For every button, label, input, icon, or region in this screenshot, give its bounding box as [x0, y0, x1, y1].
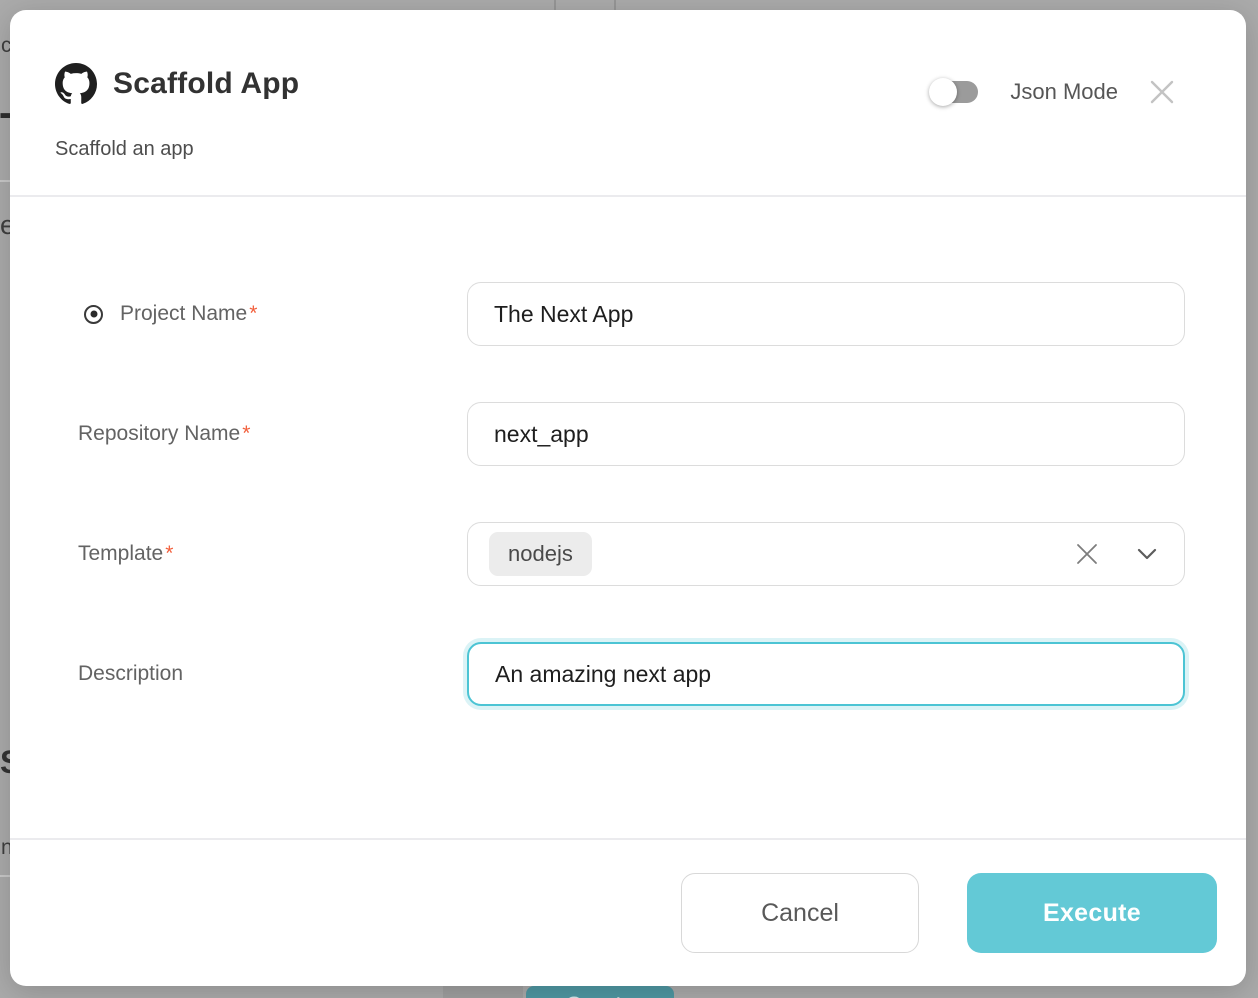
- template-select[interactable]: nodejs: [467, 522, 1185, 586]
- required-asterisk: *: [249, 302, 257, 326]
- project-name-label: Project Name: [120, 302, 247, 326]
- description-input[interactable]: [467, 642, 1185, 706]
- template-input-col: nodejs: [467, 522, 1185, 586]
- cancel-button[interactable]: Cancel: [681, 873, 919, 953]
- dialog-footer: Cancel Execute: [10, 838, 1246, 986]
- dialog-subtitle: Scaffold an app: [55, 138, 1202, 161]
- description-label: Description: [78, 662, 183, 686]
- github-icon: [55, 63, 97, 105]
- form-row-repository-name: Repository Name *: [78, 402, 1185, 466]
- repository-name-input-col: [467, 402, 1185, 466]
- backdrop-block: [443, 986, 523, 998]
- repository-name-input[interactable]: [467, 402, 1185, 466]
- backdrop-table-line: [554, 0, 556, 10]
- header-actions: Json Mode: [932, 74, 1180, 110]
- repository-name-label: Repository Name: [78, 422, 240, 446]
- form-row-description: Description: [78, 642, 1185, 706]
- close-icon[interactable]: [1144, 74, 1180, 110]
- project-name-input-col: [467, 282, 1185, 346]
- clear-selection-icon[interactable]: [1072, 539, 1102, 569]
- dialog-header: Scaffold App Scaffold an app Json Mode: [10, 10, 1246, 197]
- repository-name-label-group: Repository Name *: [78, 422, 467, 446]
- template-label: Template: [78, 542, 163, 566]
- form-row-template: Template * nodejs: [78, 522, 1185, 586]
- scaffold-app-dialog: Scaffold App Scaffold an app Json Mode P…: [10, 10, 1246, 986]
- form-row-project-name: Project Name *: [78, 282, 1185, 346]
- create-button: Create: [526, 986, 674, 998]
- required-asterisk: *: [242, 422, 250, 446]
- description-label-group: Description: [78, 662, 467, 686]
- dialog-title: Scaffold App: [113, 67, 299, 101]
- template-label-group: Template *: [78, 542, 467, 566]
- radio-selected-icon[interactable]: [84, 305, 103, 324]
- chevron-down-icon[interactable]: [1134, 541, 1160, 567]
- execute-button[interactable]: Execute: [967, 873, 1217, 953]
- json-mode-label: Json Mode: [1010, 79, 1118, 105]
- backdrop-bottom-strip: Create: [0, 986, 1258, 998]
- description-input-col: [467, 642, 1185, 706]
- required-asterisk: *: [165, 542, 173, 566]
- dialog-form: Project Name * Repository Name * Templat…: [10, 197, 1246, 838]
- template-chip: nodejs: [489, 532, 592, 576]
- backdrop-table-line: [614, 0, 616, 10]
- header-divider: [10, 195, 1246, 197]
- json-mode-toggle[interactable]: [932, 81, 978, 103]
- toggle-knob: [929, 78, 957, 106]
- project-name-label-group: Project Name *: [78, 302, 467, 326]
- project-name-input[interactable]: [467, 282, 1185, 346]
